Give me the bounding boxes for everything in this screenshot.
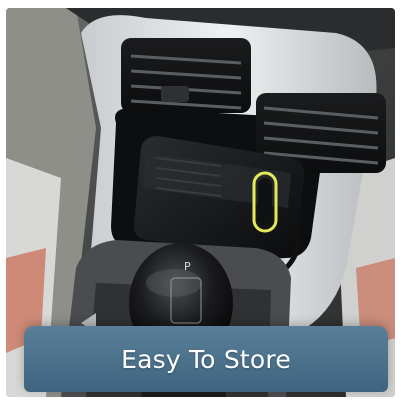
gear-p-icon: P: [184, 260, 191, 273]
caption-text: Easy To Store: [121, 344, 291, 374]
caption-banner: Easy To Store: [24, 326, 388, 392]
product-image-card: P Easy To Store: [0, 0, 401, 403]
